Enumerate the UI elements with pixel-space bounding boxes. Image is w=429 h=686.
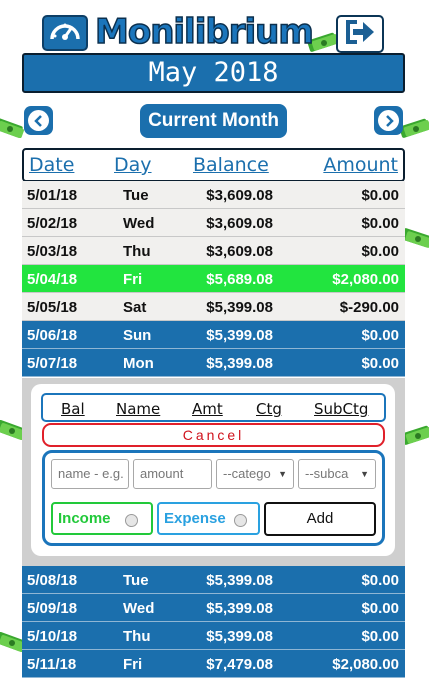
chevron-left-icon [28, 110, 49, 131]
row-date: 5/11/18 [27, 656, 77, 673]
tab-ctg[interactable]: Ctg [256, 400, 282, 418]
day-row[interactable]: 5/04/18 Fri $5,689.08 $2,080.00 [22, 265, 405, 293]
sort-amount-link[interactable]: Amount [323, 154, 398, 176]
row-amount: $0.00 [361, 327, 399, 344]
prev-month-button[interactable] [24, 106, 53, 135]
row-date: 5/07/18 [27, 355, 78, 372]
sort-balance-link[interactable]: Balance [193, 154, 269, 176]
row-day: Fri [123, 656, 143, 673]
row-amount: $0.00 [361, 628, 399, 645]
row-day: Thu [123, 243, 151, 260]
name-input[interactable]: name - e.g. [51, 459, 129, 489]
day-row[interactable]: 5/07/18 Mon $5,399.08 $0.00 [22, 349, 405, 377]
row-date: 5/04/18 [27, 271, 78, 288]
subcategory-select-value: --subca [305, 466, 349, 481]
cancel-button[interactable]: Cancel [42, 423, 385, 447]
row-date: 5/06/18 [27, 327, 78, 344]
row-day: Wed [123, 600, 155, 617]
day-row[interactable]: 5/09/18 Wed $5,399.08 $0.00 [22, 594, 405, 622]
radio-icon [234, 514, 247, 527]
app-title: Monilibrium [94, 11, 314, 53]
day-row[interactable]: 5/02/18 Wed $3,609.08 $0.00 [22, 209, 405, 237]
next-month-button[interactable] [374, 106, 403, 135]
chevron-down-icon: ▼ [278, 469, 287, 479]
tab-bal[interactable]: Bal [61, 400, 85, 418]
logout-button[interactable] [336, 15, 384, 53]
day-row[interactable]: 5/10/18 Thu $5,399.08 $0.00 [22, 622, 405, 650]
sort-date-link[interactable]: Date [29, 154, 74, 176]
row-amount: $0.00 [361, 355, 399, 372]
month-nav: Current Month [0, 104, 429, 138]
row-day: Tue [123, 572, 149, 589]
category-select[interactable]: --catego ▼ [216, 459, 294, 489]
row-balance: $5,399.08 [206, 572, 273, 589]
app-header: Monilibrium [0, 10, 429, 54]
row-date: 5/02/18 [27, 215, 78, 232]
row-balance: $5,689.08 [206, 271, 273, 288]
tab-amt[interactable]: Amt [192, 400, 223, 418]
row-amount: $0.00 [361, 572, 399, 589]
row-date: 5/10/18 [27, 628, 78, 645]
row-balance: $3,609.08 [206, 187, 273, 204]
radio-icon [125, 514, 138, 527]
row-day: Wed [123, 215, 155, 232]
chevron-down-icon: ▼ [360, 469, 369, 479]
sort-day-link[interactable]: Day [114, 154, 152, 176]
column-header: Date Day Balance Amount [22, 148, 405, 182]
row-amount: $0.00 [361, 600, 399, 617]
category-select-value: --catego [223, 466, 271, 481]
row-balance: $7,479.08 [206, 656, 273, 673]
day-row[interactable]: 5/05/18 Sat $5,399.08 $-290.00 [22, 293, 405, 321]
speedometer-icon [49, 17, 81, 50]
row-amount: $-290.00 [339, 299, 399, 316]
row-amount: $2,080.00 [332, 656, 399, 673]
row-date: 5/09/18 [27, 600, 78, 617]
row-amount: $0.00 [361, 215, 399, 232]
row-balance: $5,399.08 [206, 327, 273, 344]
row-day: Fri [123, 271, 143, 288]
row-balance: $3,609.08 [206, 243, 273, 260]
row-balance: $5,399.08 [206, 299, 273, 316]
day-list: 5/08/18 Tue $5,399.08 $0.00 5/09/18 Wed $5,399… [22, 566, 405, 678]
row-day: Tue [123, 187, 149, 204]
row-date: 5/08/18 [27, 572, 78, 589]
row-day: Sun [123, 327, 152, 344]
row-amount: $2,080.00 [332, 271, 399, 288]
row-balance: $3,609.08 [206, 215, 273, 232]
amount-input[interactable]: amount [133, 459, 212, 489]
add-button[interactable]: Add [264, 502, 376, 536]
row-amount: $0.00 [361, 243, 399, 260]
day-row[interactable]: 5/06/18 Sun $5,399.08 $0.00 [22, 321, 405, 349]
row-day: Sat [123, 299, 147, 316]
dashboard-button[interactable] [42, 15, 88, 51]
row-day: Mon [123, 355, 154, 372]
day-row[interactable]: 5/03/18 Thu $3,609.08 $0.00 [22, 237, 405, 265]
day-row[interactable]: 5/08/18 Tue $5,399.08 $0.00 [22, 566, 405, 594]
month-banner: May 2018 [22, 53, 405, 93]
chevron-right-icon [378, 110, 399, 131]
logout-icon [343, 18, 377, 51]
row-balance: $5,399.08 [206, 355, 273, 372]
entry-field-tabs: Bal Name Amt Ctg SubCtg [41, 393, 386, 422]
row-balance: $5,399.08 [206, 628, 273, 645]
expense-label: Expense [164, 510, 226, 527]
day-row[interactable]: 5/11/18 Fri $7,479.08 $2,080.00 [22, 650, 405, 678]
expense-radio[interactable]: Expense [157, 502, 260, 535]
row-date: 5/05/18 [27, 299, 78, 316]
row-amount: $0.00 [361, 187, 399, 204]
day-list: 5/01/18 Tue $3,609.08 $0.00 5/02/18 Wed $3,609… [22, 181, 405, 377]
current-month-button[interactable]: Current Month [140, 104, 287, 138]
row-date: 5/01/18 [27, 187, 78, 204]
row-day: Thu [123, 628, 151, 645]
day-row[interactable]: 5/01/18 Tue $3,609.08 $0.00 [22, 181, 405, 209]
tab-subctg[interactable]: SubCtg [314, 400, 368, 418]
row-balance: $5,399.08 [206, 600, 273, 617]
income-label: Income [58, 510, 111, 527]
row-date: 5/03/18 [27, 243, 78, 260]
subcategory-select[interactable]: --subca ▼ [298, 459, 376, 489]
income-radio[interactable]: Income [51, 502, 153, 535]
tab-name[interactable]: Name [116, 400, 160, 418]
